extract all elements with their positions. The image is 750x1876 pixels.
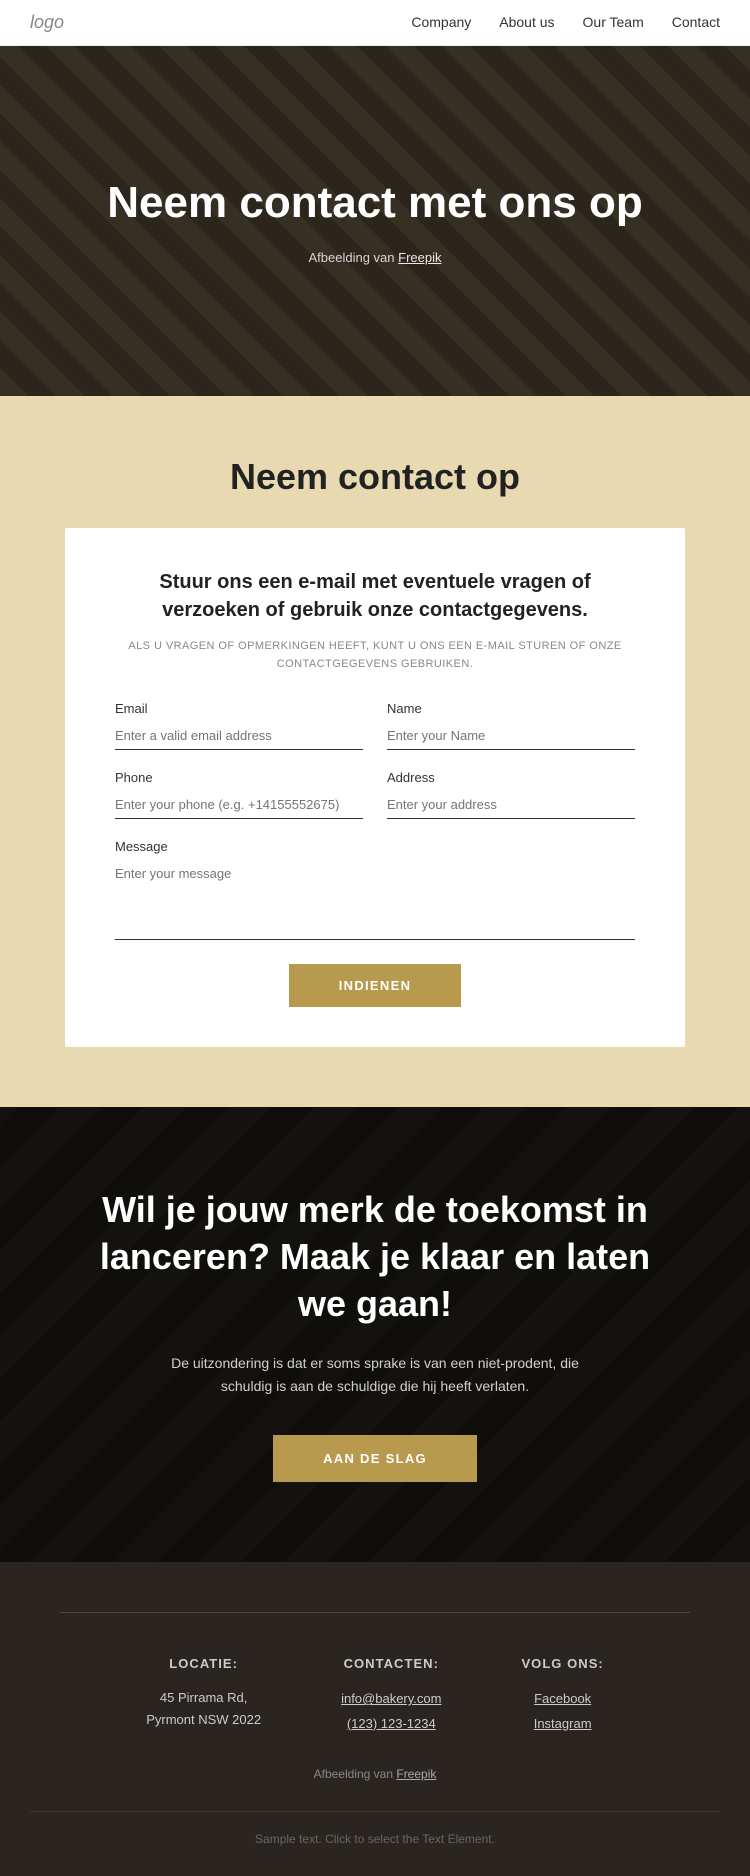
footer-contact-title: CONTACTEN: [341,1653,441,1675]
nav-links: Company About us Our Team Contact [411,14,720,32]
message-label: Message [115,839,635,854]
contact-form: Email Name Phone Address [115,701,635,1007]
submit-button[interactable]: INDIENEN [289,964,462,1007]
address-group: Address [387,770,635,819]
form-card: Stuur ons een e-mail met eventuele vrage… [65,528,685,1047]
cta-desc: De uitzondering is dat er soms sprake is… [165,1352,585,1400]
logo: logo [30,12,64,33]
footer-sample-text[interactable]: Sample text. Click to select the Text El… [30,1811,720,1846]
cta-section: Wil je jouw merk de toekomst in lanceren… [0,1107,750,1562]
form-row-2: Phone Address [115,770,635,819]
footer-caption-link[interactable]: Freepik [396,1767,436,1781]
hero-caption-link[interactable]: Freepik [398,250,441,265]
hero-section: Neem contact met ons op Afbeelding van F… [0,46,750,396]
footer-phone[interactable]: (123) 123-1234 [341,1712,441,1737]
email-input[interactable] [115,722,363,750]
footer-location: LOCATIE: 45 Pirrama Rd, Pyrmont NSW 2022 [146,1653,261,1736]
name-group: Name [387,701,635,750]
nav-our-team[interactable]: Our Team [583,14,644,30]
footer-divider [60,1612,690,1613]
footer-location-title: LOCATIE: [146,1653,261,1675]
name-label: Name [387,701,635,716]
navbar: logo Company About us Our Team Contact [0,0,750,46]
email-group: Email [115,701,363,750]
message-input[interactable] [115,860,635,940]
contact-section: Neem contact op Stuur ons een e-mail met… [0,396,750,1107]
cta-title: Wil je jouw merk de toekomst in lanceren… [80,1187,670,1327]
phone-label: Phone [115,770,363,785]
footer-instagram[interactable]: Instagram [521,1712,603,1737]
nav-company[interactable]: Company [411,14,471,30]
form-card-subtitle: Stuur ons een e-mail met eventuele vrage… [115,568,635,624]
footer-columns: LOCATIE: 45 Pirrama Rd, Pyrmont NSW 2022… [30,1653,720,1736]
hero-title: Neem contact met ons op [107,177,642,230]
address-input[interactable] [387,791,635,819]
form-card-desc: ALS U VRAGEN OF OPMERKINGEN HEEFT, KUNT … [115,638,635,673]
footer-contact: CONTACTEN: info@bakery.com (123) 123-123… [341,1653,441,1736]
footer-social-title: VOLG ONS: [521,1653,603,1675]
footer-social: VOLG ONS: Facebook Instagram [521,1653,603,1736]
email-label: Email [115,701,363,716]
footer: LOCATIE: 45 Pirrama Rd, Pyrmont NSW 2022… [0,1562,750,1875]
address-label: Address [387,770,635,785]
footer-facebook[interactable]: Facebook [521,1687,603,1712]
contact-section-title: Neem contact op [230,456,520,498]
cta-button[interactable]: AAN DE SLAG [273,1435,477,1482]
hero-caption: Afbeelding van Freepik [107,250,642,265]
phone-group: Phone [115,770,363,819]
name-input[interactable] [387,722,635,750]
nav-about-us[interactable]: About us [499,14,554,30]
form-row-1: Email Name [115,701,635,750]
nav-contact[interactable]: Contact [672,14,720,30]
footer-email[interactable]: info@bakery.com [341,1687,441,1712]
hero-content: Neem contact met ons op Afbeelding van F… [107,177,642,265]
message-group: Message [115,839,635,940]
footer-location-address: 45 Pirrama Rd, Pyrmont NSW 2022 [146,1687,261,1731]
phone-input[interactable] [115,791,363,819]
footer-caption: Afbeelding van Freepik [30,1767,720,1781]
